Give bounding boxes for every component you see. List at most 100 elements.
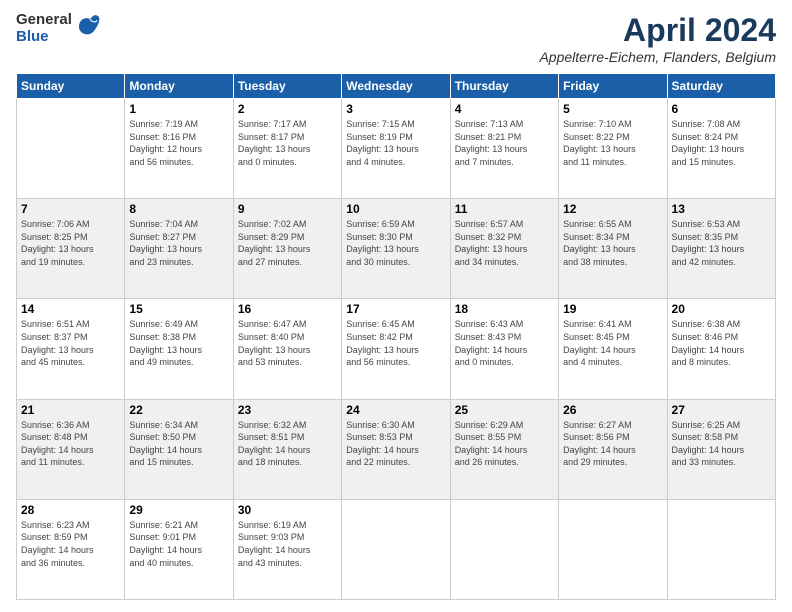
day-number: 3	[346, 102, 445, 116]
day-number: 1	[129, 102, 228, 116]
table-row: 3 Sunrise: 7:15 AMSunset: 8:19 PMDaylight…	[342, 99, 450, 199]
day-number: 22	[129, 403, 228, 417]
day-number: 5	[563, 102, 662, 116]
table-row: 15Sunrise: 6:49 AMSunset: 8:38 PMDayligh…	[125, 299, 233, 399]
day-number: 25	[455, 403, 554, 417]
day-info: Sunrise: 6:27 AMSunset: 8:56 PMDaylight:…	[563, 419, 662, 469]
day-info: Sunrise: 6:57 AMSunset: 8:32 PMDaylight:…	[455, 218, 554, 268]
table-row: 19 Sunrise: 6:41 AMSunset: 8:45 PMDayligh…	[559, 299, 667, 399]
table-row: 25 Sunrise: 6:29 AMSunset: 8:55 PMDayligh…	[450, 399, 558, 499]
day-number: 26	[563, 403, 662, 417]
day-info: Sunrise: 6:55 AMSunset: 8:34 PMDaylight:…	[563, 218, 662, 268]
day-info: Sunrise: 6:19 AMSunset: 9:03 PMDaylight:…	[238, 519, 337, 569]
table-row: 16 Sunrise: 6:47 AMSunset: 8:40 PMDayligh…	[233, 299, 341, 399]
day-number: 16	[238, 302, 337, 316]
day-info: Sunrise: 7:06 AMSunset: 8:25 PMDaylight:…	[21, 218, 120, 268]
day-number: 28	[21, 503, 120, 517]
day-info: Sunrise: 6:47 AMSunset: 8:40 PMDaylight:…	[238, 318, 337, 368]
col-sunday: Sunday	[17, 74, 125, 99]
table-row	[342, 499, 450, 599]
day-info: Sunrise: 6:53 AMSunset: 8:35 PMDaylight:…	[672, 218, 771, 268]
day-number: 13	[672, 202, 771, 216]
day-info: Sunrise: 6:21 AMSunset: 9:01 PMDaylight:…	[129, 519, 228, 569]
table-row: 4Sunrise: 7:13 AMSunset: 8:21 PMDaylight…	[450, 99, 558, 199]
calendar-week-5: 28 Sunrise: 6:23 AMSunset: 8:59 PMDayligh…	[17, 499, 776, 599]
day-number: 6	[672, 102, 771, 116]
col-wednesday: Wednesday	[342, 74, 450, 99]
day-info: Sunrise: 6:30 AMSunset: 8:53 PMDaylight:…	[346, 419, 445, 469]
day-number: 9	[238, 202, 337, 216]
day-number: 23	[238, 403, 337, 417]
day-number: 12	[563, 202, 662, 216]
table-row	[450, 499, 558, 599]
calendar-week-3: 14 Sunrise: 6:51 AMSunset: 8:37 PMDayligh…	[17, 299, 776, 399]
logo: General Blue	[16, 12, 104, 45]
table-row: 6Sunrise: 7:08 AMSunset: 8:24 PMDaylight…	[667, 99, 775, 199]
day-number: 29	[129, 503, 228, 517]
day-info: Sunrise: 6:43 AMSunset: 8:43 PMDaylight:…	[455, 318, 554, 368]
logo-blue: Blue	[16, 29, 72, 46]
day-info: Sunrise: 6:32 AMSunset: 8:51 PMDaylight:…	[238, 419, 337, 469]
day-number: 19	[563, 302, 662, 316]
day-info: Sunrise: 6:29 AMSunset: 8:55 PMDaylight:…	[455, 419, 554, 469]
table-row: 12 Sunrise: 6:55 AMSunset: 8:34 PMDayligh…	[559, 199, 667, 299]
day-info: Sunrise: 6:25 AMSunset: 8:58 PMDaylight:…	[672, 419, 771, 469]
col-monday: Monday	[125, 74, 233, 99]
day-number: 24	[346, 403, 445, 417]
day-info: Sunrise: 6:49 AMSunset: 8:38 PMDaylight:…	[129, 318, 228, 368]
day-info: Sunrise: 6:51 AMSunset: 8:37 PMDaylight:…	[21, 318, 120, 368]
day-info: Sunrise: 7:19 AMSunset: 8:16 PMDaylight:…	[129, 118, 228, 168]
table-row: 26 Sunrise: 6:27 AMSunset: 8:56 PMDayligh…	[559, 399, 667, 499]
day-number: 14	[21, 302, 120, 316]
day-number: 4	[455, 102, 554, 116]
day-number: 10	[346, 202, 445, 216]
table-row: 5 Sunrise: 7:10 AMSunset: 8:22 PMDaylight…	[559, 99, 667, 199]
col-saturday: Saturday	[667, 74, 775, 99]
day-number: 11	[455, 202, 554, 216]
table-row: 22 Sunrise: 6:34 AMSunset: 8:50 PMDayligh…	[125, 399, 233, 499]
day-number: 17	[346, 302, 445, 316]
day-info: Sunrise: 6:23 AMSunset: 8:59 PMDaylight:…	[21, 519, 120, 569]
day-info: Sunrise: 7:17 AMSunset: 8:17 PMDaylight:…	[238, 118, 337, 168]
day-number: 18	[455, 302, 554, 316]
col-friday: Friday	[559, 74, 667, 99]
day-info: Sunrise: 6:34 AMSunset: 8:50 PMDaylight:…	[129, 419, 228, 469]
table-row: 7Sunrise: 7:06 AMSunset: 8:25 PMDaylight…	[17, 199, 125, 299]
col-thursday: Thursday	[450, 74, 558, 99]
day-info: Sunrise: 6:59 AMSunset: 8:30 PMDaylight:…	[346, 218, 445, 268]
table-row: 29 Sunrise: 6:21 AMSunset: 9:01 PMDayligh…	[125, 499, 233, 599]
day-number: 21	[21, 403, 120, 417]
day-info: Sunrise: 7:15 AMSunset: 8:19 PMDaylight:…	[346, 118, 445, 168]
location-title: Appelterre-Eichem, Flanders, Belgium	[539, 49, 776, 65]
table-row: 2 Sunrise: 7:17 AMSunset: 8:17 PMDaylight…	[233, 99, 341, 199]
calendar-table: Sunday Monday Tuesday Wednesday Thursday…	[16, 73, 776, 600]
header: General Blue April 2024 Appelterre-Eiche…	[16, 12, 776, 65]
table-row: 21 Sunrise: 6:36 AMSunset: 8:48 PMDayligh…	[17, 399, 125, 499]
table-row: 14 Sunrise: 6:51 AMSunset: 8:37 PMDayligh…	[17, 299, 125, 399]
table-row: 18 Sunrise: 6:43 AMSunset: 8:43 PMDayligh…	[450, 299, 558, 399]
table-row: 1 Sunrise: 7:19 AMSunset: 8:16 PMDaylight…	[125, 99, 233, 199]
day-number: 30	[238, 503, 337, 517]
logo-general: General	[16, 12, 72, 29]
calendar-week-2: 7Sunrise: 7:06 AMSunset: 8:25 PMDaylight…	[17, 199, 776, 299]
table-row	[559, 499, 667, 599]
day-info: Sunrise: 7:02 AMSunset: 8:29 PMDaylight:…	[238, 218, 337, 268]
table-row: 11 Sunrise: 6:57 AMSunset: 8:32 PMDayligh…	[450, 199, 558, 299]
calendar-week-4: 21 Sunrise: 6:36 AMSunset: 8:48 PMDayligh…	[17, 399, 776, 499]
day-info: Sunrise: 6:36 AMSunset: 8:48 PMDaylight:…	[21, 419, 120, 469]
table-row: 28 Sunrise: 6:23 AMSunset: 8:59 PMDayligh…	[17, 499, 125, 599]
table-row: 17Sunrise: 6:45 AMSunset: 8:42 PMDayligh…	[342, 299, 450, 399]
title-area: April 2024 Appelterre-Eichem, Flanders, …	[539, 12, 776, 65]
table-row	[667, 499, 775, 599]
calendar-header-row: Sunday Monday Tuesday Wednesday Thursday…	[17, 74, 776, 99]
table-row: 9 Sunrise: 7:02 AMSunset: 8:29 PMDaylight…	[233, 199, 341, 299]
day-number: 2	[238, 102, 337, 116]
calendar-week-1: 1 Sunrise: 7:19 AMSunset: 8:16 PMDaylight…	[17, 99, 776, 199]
table-row	[17, 99, 125, 199]
day-info: Sunrise: 7:04 AMSunset: 8:27 PMDaylight:…	[129, 218, 228, 268]
day-number: 20	[672, 302, 771, 316]
table-row: 30 Sunrise: 6:19 AMSunset: 9:03 PMDayligh…	[233, 499, 341, 599]
day-info: Sunrise: 7:10 AMSunset: 8:22 PMDaylight:…	[563, 118, 662, 168]
day-info: Sunrise: 6:41 AMSunset: 8:45 PMDaylight:…	[563, 318, 662, 368]
table-row: 10 Sunrise: 6:59 AMSunset: 8:30 PMDayligh…	[342, 199, 450, 299]
